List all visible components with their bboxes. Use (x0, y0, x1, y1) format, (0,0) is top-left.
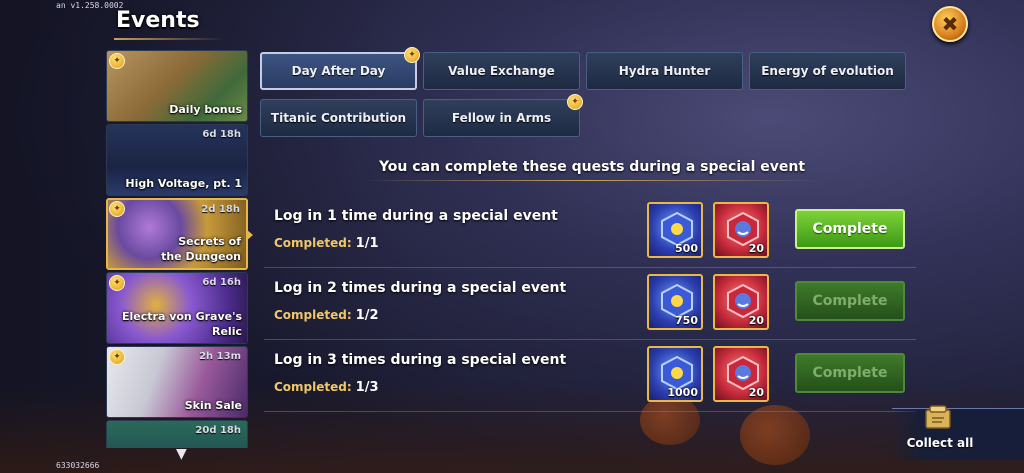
sidebar-item-label: Electra von Grave's Relic (122, 310, 243, 338)
row-divider (264, 339, 916, 340)
sidebar-item-label: Daily bonus (169, 103, 242, 116)
gem-icon (661, 212, 693, 246)
complete-button-disabled[interactable]: Complete (795, 281, 905, 321)
gift-badge-icon: ✦ (109, 275, 125, 291)
sidebar-item-electra-relic[interactable]: 6d 16h Electra von Grave's Relic (106, 272, 248, 344)
tab-value-exchange[interactable]: Value Exchange (423, 52, 580, 90)
gift-badge-icon: ✦ (109, 201, 125, 217)
chevron-down-icon[interactable]: ▼ (176, 446, 187, 462)
reward-amount: 20 (748, 386, 764, 399)
quests-subtitle: You can complete these quests during a s… (378, 159, 806, 175)
reward-amount: 1000 (667, 386, 698, 399)
gift-badge-icon: ✦ (109, 53, 125, 69)
complete-button[interactable]: Complete (795, 209, 905, 249)
gem-icon (661, 284, 693, 318)
collect-all-button[interactable]: Collect all (892, 402, 1024, 460)
quest-progress: Completed: 1/1 (274, 236, 379, 251)
sidebar-item-timer: 2h 13m (199, 351, 241, 362)
title-divider (114, 38, 224, 40)
reward-blue-gem[interactable]: 500 (647, 202, 703, 258)
event-sidebar[interactable]: Daily bonus 6d 18h High Voltage, pt. 1 2… (106, 50, 248, 448)
sidebar-item-label: Secrets of the Dungeon (161, 235, 241, 263)
close-button[interactable]: ✖ (932, 6, 968, 42)
sidebar-item-label: High Voltage, pt. 1 (125, 177, 242, 190)
complete-button-disabled[interactable]: Complete (795, 353, 905, 393)
gift-badge-icon: ✦ (404, 47, 420, 63)
reward-blue-gem[interactable]: 750 (647, 274, 703, 330)
selected-indicator-icon (246, 229, 253, 241)
version-label: an v1.258.0002 (56, 1, 124, 10)
sidebar-item-secrets-of-the-dungeon[interactable]: 2d 18h Secrets of the Dungeon (106, 198, 248, 270)
reward-amount: 750 (675, 314, 698, 327)
tab-hydra-hunter[interactable]: Hydra Hunter (586, 52, 743, 90)
quest-title: Log in 3 times during a special event (274, 352, 567, 368)
quest-progress: Completed: 1/3 (274, 380, 379, 395)
scroll-icon (925, 405, 951, 429)
sidebar-item-timer: 6d 18h (202, 129, 241, 140)
close-icon: ✖ (941, 12, 959, 36)
sidebar-item-timer: 20d 18h (195, 425, 241, 436)
quest-title: Log in 1 time during a special event (274, 208, 558, 224)
demon-token-icon (727, 356, 759, 390)
tab-energy-of-evolution[interactable]: Energy of evolution (749, 52, 906, 90)
tab-titanic-contribution[interactable]: Titanic Contribution (260, 99, 417, 137)
gift-badge-icon: ✦ (567, 94, 583, 110)
subtitle-divider (360, 180, 820, 181)
collect-all-panel (892, 408, 1024, 460)
sidebar-item-timer: 6d 16h (202, 277, 241, 288)
gift-badge-icon: ✦ (109, 349, 125, 365)
reward-red-token[interactable]: 20 (713, 274, 769, 330)
reward-amount: 20 (748, 314, 764, 327)
build-id-label: 633032666 (56, 461, 100, 470)
sidebar-item-high-voltage[interactable]: 6d 18h High Voltage, pt. 1 (106, 124, 248, 196)
reward-red-token[interactable]: 20 (713, 202, 769, 258)
row-divider (264, 267, 916, 268)
page-title: Events (116, 8, 200, 33)
sidebar-item-label: Skin Sale (184, 399, 242, 412)
pumpkin-decoration (740, 405, 810, 465)
reward-blue-gem[interactable]: 1000 (647, 346, 703, 402)
demon-token-icon (727, 284, 759, 318)
reward-red-token[interactable]: 20 (713, 346, 769, 402)
reward-amount: 500 (675, 242, 698, 255)
tab-day-after-day[interactable]: Day After Day (260, 52, 417, 90)
sidebar-item-daily-bonus[interactable]: Daily bonus (106, 50, 248, 122)
demon-token-icon (727, 212, 759, 246)
row-divider (264, 411, 916, 412)
gem-icon (661, 356, 693, 390)
sidebar-item-next-event[interactable]: 20d 18h (106, 420, 248, 448)
sidebar-item-timer: 2d 18h (201, 204, 240, 215)
sidebar-item-skin-sale[interactable]: 2h 13m Skin Sale (106, 346, 248, 418)
quest-title: Log in 2 times during a special event (274, 280, 567, 296)
tab-fellow-in-arms[interactable]: Fellow in Arms (423, 99, 580, 137)
quest-progress: Completed: 1/2 (274, 308, 379, 323)
reward-amount: 20 (748, 242, 764, 255)
collect-all-label: Collect all (906, 436, 974, 450)
